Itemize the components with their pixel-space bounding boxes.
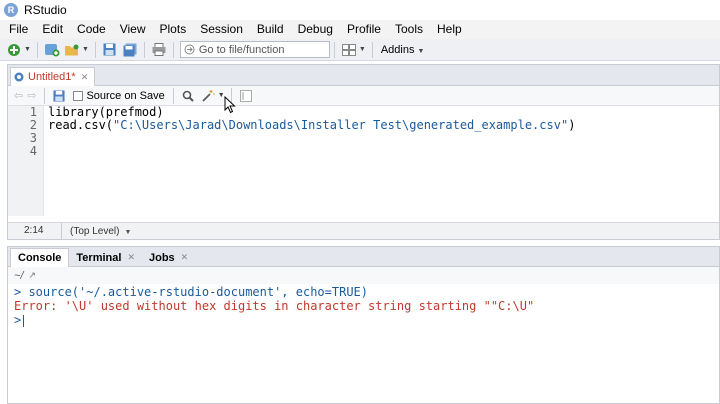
tab-label: Jobs (148, 251, 175, 264)
tab-label: Untitled1* (28, 71, 76, 83)
source-on-save-label: Source on Save (86, 89, 165, 102)
menu-profile[interactable]: Profile (340, 20, 388, 39)
toolbar-divider (94, 41, 96, 58)
tab-terminal[interactable]: Terminal ✕ (69, 248, 142, 267)
window-title: RStudio (24, 3, 67, 17)
chevron-down-icon[interactable]: ▼ (359, 46, 366, 53)
menu-tools[interactable]: Tools (388, 20, 430, 39)
r-file-icon (14, 72, 24, 82)
console-output[interactable]: > source('~/.active-rstudio-document', e… (8, 284, 719, 327)
working-directory: ~/ ↗ (8, 267, 719, 284)
chevron-down-icon[interactable]: ▼ (24, 46, 31, 53)
editor-tabstrip: Untitled1* ✕ (8, 65, 719, 86)
rstudio-logo-icon: R (4, 3, 18, 17)
save-icon[interactable] (51, 88, 67, 104)
code-tools-wand-icon[interactable] (200, 88, 216, 104)
new-project-icon[interactable] (44, 42, 60, 58)
document-outline-icon[interactable] (238, 88, 254, 104)
addins-button[interactable]: Addins ▼ (381, 44, 427, 56)
toolbar-divider (333, 41, 335, 58)
goto-arrow-icon (184, 44, 195, 55)
menu-build[interactable]: Build (250, 20, 291, 39)
open-file-icon[interactable] (64, 42, 80, 58)
line-number: 1 (29, 105, 37, 119)
scope-selector[interactable]: (Top Level) ▼ (62, 226, 131, 237)
forward-arrow-icon[interactable]: ⇨ (27, 89, 36, 102)
code-line-2: read.csv("C:\Users\Jarad\Downloads\Insta… (48, 119, 575, 132)
chevron-down-icon: ▼ (417, 47, 425, 55)
mouse-pointer-icon (224, 96, 236, 114)
menu-debug[interactable]: Debug (291, 20, 340, 39)
working-directory-path: ~/ (14, 269, 24, 282)
menu-bar: File Edit Code View Plots Session Build … (0, 20, 720, 39)
toolbar-divider (172, 87, 174, 104)
back-arrow-icon[interactable]: ⇦ (14, 89, 23, 102)
code-string-literal: "C:\Users\Jarad\Downloads\Installer Test… (113, 118, 569, 132)
menu-edit[interactable]: Edit (35, 20, 70, 39)
line-number-gutter: 1 2 3 4 (8, 106, 44, 216)
toolbar-divider (172, 41, 174, 58)
close-icon[interactable]: ✕ (81, 72, 89, 83)
source-editor-pane: Untitled1* ✕ ⇦ ⇨ Source on Save ▼ 1 2 3 … (7, 64, 720, 240)
menu-session[interactable]: Session (193, 20, 250, 39)
save-all-icon[interactable] (122, 42, 138, 58)
cursor-position: 2:14 (8, 222, 62, 240)
tab-untitled1[interactable]: Untitled1* ✕ (10, 67, 96, 86)
close-icon[interactable]: ✕ (181, 252, 189, 263)
grid-layout-icon[interactable] (341, 42, 357, 58)
goto-placeholder: Go to file/function (198, 43, 285, 56)
code-editor[interactable]: 1 2 3 4 library(prefmod) read.csv("C:\Us… (8, 106, 719, 216)
print-icon[interactable] (151, 42, 167, 58)
toolbar-divider (36, 41, 38, 58)
tab-label: Console (18, 252, 62, 264)
editor-toolbar: ⇦ ⇨ Source on Save ▼ (8, 86, 719, 106)
line-number: 3 (29, 131, 37, 145)
tab-jobs[interactable]: Jobs ✕ (142, 248, 195, 267)
scope-label: (Top Level) (70, 225, 120, 237)
line-number: 2 (29, 118, 37, 132)
chevron-down-icon: ▼ (124, 228, 132, 236)
title-bar: R RStudio (0, 0, 720, 20)
go-to-directory-icon[interactable]: ↗ (28, 270, 36, 281)
tab-label: Terminal (76, 251, 122, 264)
console-pane: Console Terminal ✕ Jobs ✕ ~/ ↗ > source('~… (7, 246, 720, 404)
menu-code[interactable]: Code (70, 20, 113, 39)
chevron-down-icon[interactable]: ▼ (82, 46, 89, 53)
new-file-icon[interactable] (6, 42, 22, 58)
source-on-save-checkbox[interactable] (73, 90, 84, 101)
menu-help[interactable]: Help (430, 20, 469, 39)
menu-file[interactable]: File (2, 20, 35, 39)
menu-view[interactable]: View (113, 20, 153, 39)
toolbar-divider (143, 41, 145, 58)
goto-file-input[interactable]: Go to file/function (179, 41, 330, 58)
console-prompt[interactable]: > (14, 313, 719, 327)
main-toolbar: ▼ ▼ Go to file/function ▼ Addins ▼ (0, 39, 720, 61)
code-closing-paren: ) (568, 118, 576, 132)
toolbar-divider (371, 41, 373, 58)
close-icon[interactable]: ✕ (127, 252, 135, 263)
addins-label: Addins (380, 43, 415, 56)
line-number: 4 (29, 144, 37, 158)
save-icon[interactable] (102, 42, 118, 58)
console-tabstrip: Console Terminal ✕ Jobs ✕ (8, 247, 719, 267)
code-function: read.csv( (48, 118, 114, 132)
search-icon[interactable] (180, 88, 196, 104)
toolbar-divider (44, 87, 46, 104)
code-lines: library(prefmod) read.csv("C:\Users\Jara… (48, 106, 575, 158)
prompt-symbol: > (14, 313, 22, 327)
text-cursor (23, 314, 25, 327)
console-command-line: > source('~/.active-rstudio-document', e… (14, 285, 369, 299)
editor-status-bar: 2:14 (Top Level) ▼ (8, 222, 719, 240)
tab-console[interactable]: Console (10, 248, 70, 267)
console-error-line: Error: '\U' used without hex digits in c… (14, 299, 535, 313)
menu-plots[interactable]: Plots (153, 20, 194, 39)
